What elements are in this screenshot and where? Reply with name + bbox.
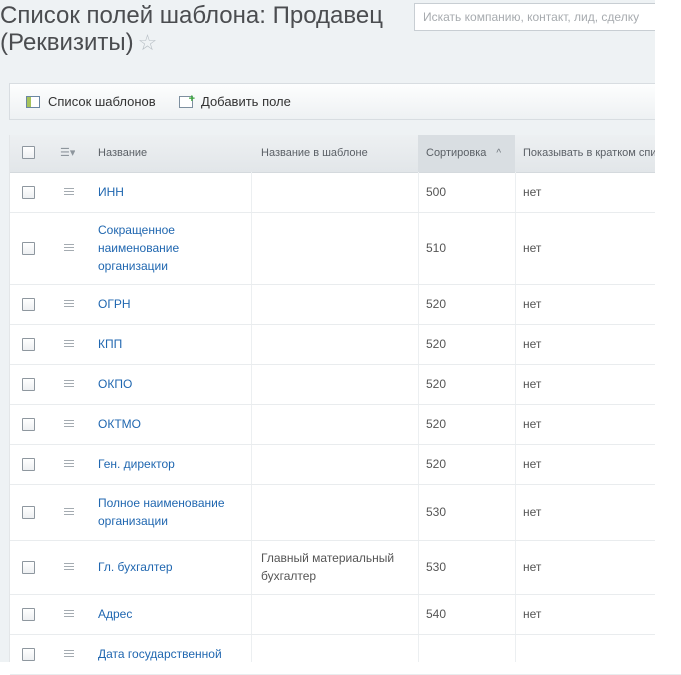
search-input[interactable]: Искать компанию, контакт, лид, сделку bbox=[414, 3, 681, 31]
select-all-checkbox[interactable] bbox=[22, 146, 35, 159]
field-sort: 520 bbox=[426, 417, 447, 431]
field-name-link[interactable]: ОКТМО bbox=[98, 415, 248, 433]
search-placeholder: Искать компанию, контакт, лид, сделку bbox=[423, 10, 640, 24]
fields-table: ☰▾ Название Название в шаблоне Сортировк… bbox=[9, 135, 681, 675]
table-row[interactable]: ИНН 500 нет bbox=[10, 172, 681, 213]
row-checkbox[interactable] bbox=[22, 506, 35, 519]
column-header-show[interactable]: Показывать в кратком списк bbox=[523, 135, 667, 172]
field-sort: 520 bbox=[426, 337, 447, 351]
column-header-sort[interactable]: Сортировка ^ bbox=[418, 135, 515, 172]
row-menu-icon[interactable] bbox=[64, 244, 74, 252]
page-canvas: Список полей шаблона: Продавец (Реквизит… bbox=[0, 0, 681, 675]
field-name-link[interactable]: Сокращенное наименование организации bbox=[98, 221, 248, 275]
row-checkbox[interactable] bbox=[22, 186, 35, 199]
field-name-link[interactable]: ОГРН bbox=[98, 295, 248, 313]
field-name-link[interactable]: Гл. бухгалтер bbox=[98, 558, 248, 576]
row-checkbox[interactable] bbox=[22, 298, 35, 311]
column-header-name[interactable]: Название bbox=[98, 135, 147, 172]
field-template-name: Главный материальный бухгалтер bbox=[261, 551, 395, 583]
field-name-link[interactable]: КПП bbox=[98, 335, 248, 353]
page-edge-bottom bbox=[0, 662, 681, 674]
row-menu-icon[interactable] bbox=[64, 563, 74, 571]
row-menu-icon[interactable] bbox=[64, 380, 74, 388]
field-show-in-short-list: нет bbox=[523, 417, 542, 431]
table-row[interactable]: ОКПО 520 нет bbox=[10, 364, 681, 405]
table-row[interactable]: ОГРН 520 нет bbox=[10, 284, 681, 325]
field-show-in-short-list: нет bbox=[523, 505, 542, 519]
table-row[interactable]: Ген. директор 520 нет bbox=[10, 444, 681, 485]
list-icon bbox=[26, 95, 40, 108]
row-menu-icon[interactable] bbox=[64, 188, 74, 196]
column-header-template-name[interactable]: Название в шаблоне bbox=[261, 135, 368, 172]
table-row[interactable]: Сокращенное наименование организации 510 н… bbox=[10, 212, 681, 285]
field-show-in-short-list: нет bbox=[523, 560, 542, 574]
row-menu-icon[interactable] bbox=[64, 300, 74, 308]
row-menu-icon[interactable] bbox=[64, 420, 74, 428]
add-field-button[interactable]: Добавить поле bbox=[179, 93, 291, 109]
row-checkbox[interactable] bbox=[22, 648, 35, 661]
field-show-in-short-list: нет bbox=[523, 297, 542, 311]
field-show-in-short-list: нет bbox=[523, 337, 542, 351]
row-checkbox[interactable] bbox=[22, 418, 35, 431]
row-checkbox[interactable] bbox=[22, 561, 35, 574]
field-show-in-short-list: нет bbox=[523, 457, 542, 471]
column-header-sort-label: Сортировка bbox=[426, 147, 487, 159]
row-menu-icon[interactable] bbox=[64, 460, 74, 468]
field-sort: 500 bbox=[426, 185, 447, 199]
row-checkbox[interactable] bbox=[22, 608, 35, 621]
field-sort: 520 bbox=[426, 377, 447, 391]
row-checkbox[interactable] bbox=[22, 378, 35, 391]
add-field-label: Добавить поле bbox=[201, 94, 291, 109]
field-name-link[interactable]: Полное наименование организации bbox=[98, 494, 248, 530]
field-show-in-short-list: нет bbox=[523, 185, 542, 199]
page-title: Список полей шаблона: Продавец (Реквизит… bbox=[0, 2, 410, 56]
table-row[interactable]: КПП 520 нет bbox=[10, 324, 681, 365]
template-list-label: Список шаблонов bbox=[48, 94, 156, 109]
field-name-link[interactable]: Дата государственной bbox=[98, 645, 248, 663]
column-settings-icon[interactable]: ☰▾ bbox=[60, 135, 75, 172]
row-menu-icon[interactable] bbox=[64, 610, 74, 618]
row-checkbox[interactable] bbox=[22, 458, 35, 471]
field-name-link[interactable]: ОКПО bbox=[98, 375, 248, 393]
field-show-in-short-list: нет bbox=[523, 607, 542, 621]
page-edge bbox=[655, 0, 681, 674]
field-sort: 520 bbox=[426, 297, 447, 311]
row-menu-icon[interactable] bbox=[64, 340, 74, 348]
row-checkbox[interactable] bbox=[22, 338, 35, 351]
page-title-text: Список полей шаблона: Продавец (Реквизит… bbox=[0, 2, 383, 56]
table-header: ☰▾ Название Название в шаблоне Сортировк… bbox=[10, 135, 681, 173]
field-show-in-short-list: нет bbox=[523, 241, 542, 255]
field-sort: 530 bbox=[426, 505, 447, 519]
field-sort: 520 bbox=[426, 457, 447, 471]
field-name-link[interactable]: ИНН bbox=[98, 183, 248, 201]
row-checkbox[interactable] bbox=[22, 242, 35, 255]
toolbar: Список шаблонов Добавить поле bbox=[9, 83, 681, 120]
row-menu-icon[interactable] bbox=[64, 508, 74, 516]
template-list-button[interactable]: Список шаблонов bbox=[26, 94, 156, 109]
add-field-icon bbox=[179, 93, 195, 108]
field-show-in-short-list: нет bbox=[523, 377, 542, 391]
field-sort: 540 bbox=[426, 607, 447, 621]
row-menu-icon[interactable] bbox=[64, 650, 74, 658]
table-row[interactable]: ОКТМО 520 нет bbox=[10, 404, 681, 445]
table-row[interactable]: Адрес 540 нет bbox=[10, 594, 681, 635]
table-row[interactable]: Гл. бухгалтер Главный материальный бухгал… bbox=[10, 540, 681, 595]
table-row[interactable]: Полное наименование организации 530 нет bbox=[10, 484, 681, 541]
star-icon[interactable]: ☆ bbox=[138, 30, 158, 55]
field-sort: 530 bbox=[426, 560, 447, 574]
field-name-link[interactable]: Ген. директор bbox=[98, 455, 248, 473]
sort-ascending-icon: ^ bbox=[496, 148, 502, 159]
field-sort: 510 bbox=[426, 241, 447, 255]
field-name-link[interactable]: Адрес bbox=[98, 605, 248, 623]
